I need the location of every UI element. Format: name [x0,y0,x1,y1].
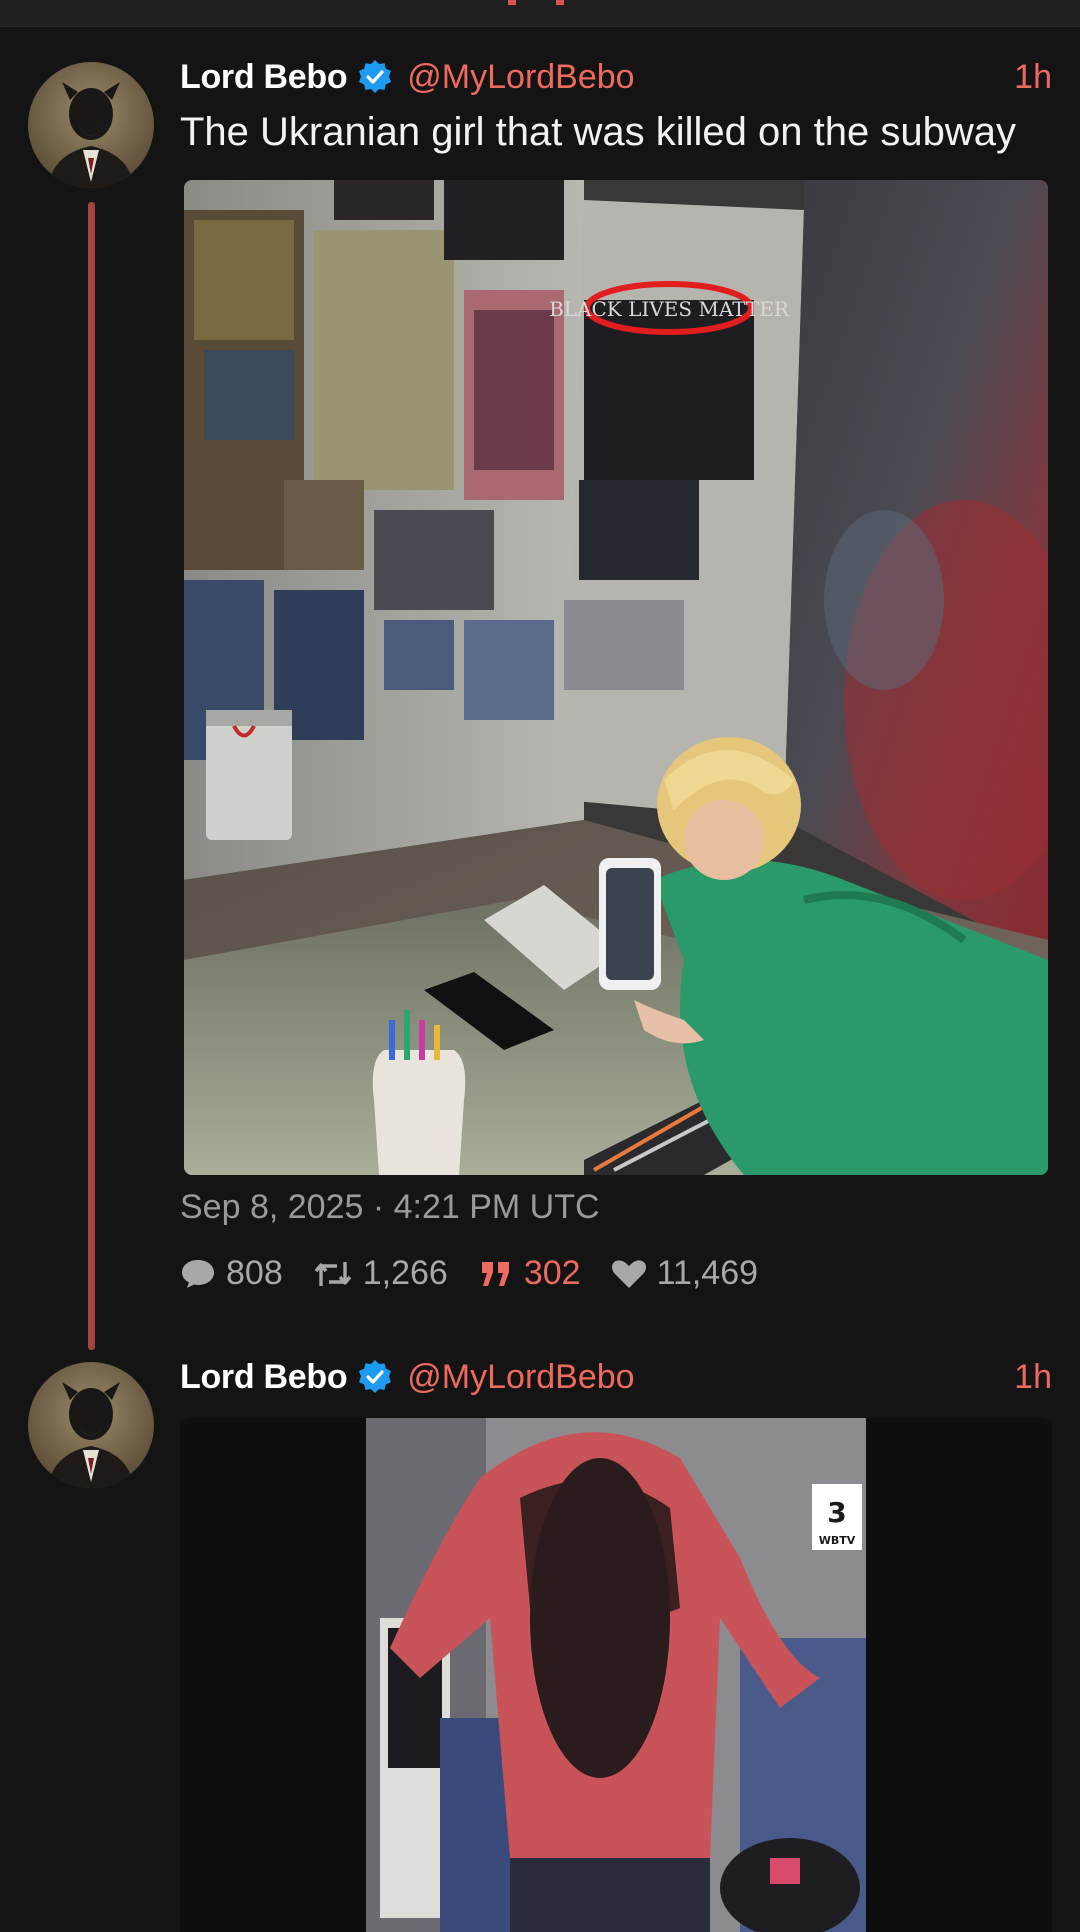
comment-icon [182,1259,214,1288]
comment-count: 808 [226,1254,283,1292]
retweet-stat[interactable]: 1,266 [313,1254,448,1293]
author-handle[interactable]: @MyLordBebo [407,1358,634,1397]
thread-connector-line [88,202,95,1350]
verified-badge-icon [357,59,393,95]
author-handle[interactable]: @MyLordBebo [407,58,634,97]
tweet-header: Lord Bebo @MyLordBebo 1h [180,52,1052,102]
top-bar [0,0,1080,27]
circled-poster-text: BLACK LIVES MATTER [549,297,790,321]
tweet-date[interactable]: Sep 8, 2025 · 4:21 PM UTC [180,1188,600,1227]
comment-stat[interactable]: 808 [180,1254,283,1293]
tweet-stats: 808 1,266 302 11,469 [180,1254,788,1293]
heart-icon [611,1259,646,1288]
avatar[interactable] [28,1362,154,1488]
retweet-count: 1,266 [362,1254,448,1292]
svg-text:3: 3 [827,1496,846,1529]
tweet-video[interactable]: 3 WBTV [180,1418,1052,1932]
tweet-text: The Ukranian girl that was killed on the… [180,110,1016,154]
tweet-time[interactable]: 1h [1014,1358,1052,1397]
quote-icon [481,1261,509,1286]
top-bar-marker [508,0,516,5]
video-watermark: WBTV [819,1534,856,1547]
like-count: 11,469 [656,1254,759,1292]
top-bar-marker [556,0,564,5]
author-name[interactable]: Lord Bebo [180,1358,348,1397]
like-stat[interactable]: 11,469 [611,1254,758,1293]
quote-count: 302 [523,1254,581,1292]
author-name[interactable]: Lord Bebo [180,58,348,97]
tweet-photo[interactable]: BLACK LIVES MATTER [184,180,1048,1175]
verified-badge-icon [357,1359,393,1395]
tweet-header: Lord Bebo @MyLordBebo 1h [180,1352,1052,1402]
avatar[interactable] [28,62,154,188]
quote-stat[interactable]: 302 [478,1254,581,1293]
retweet-icon [314,1261,352,1286]
tweet-time[interactable]: 1h [1014,58,1052,97]
